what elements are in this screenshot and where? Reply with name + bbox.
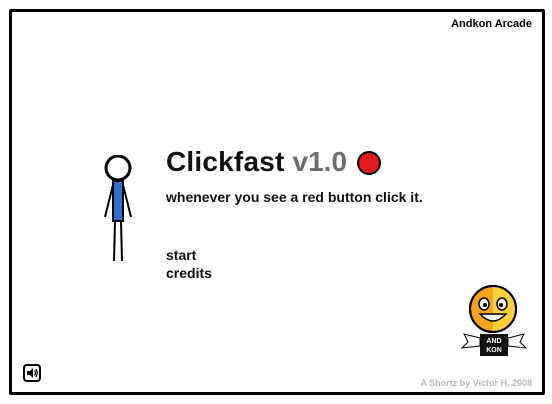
game-version: v1.0 <box>292 146 348 177</box>
title-row: Clickfast v1.0 <box>166 146 382 178</box>
game-frame: Andkon Arcade Clickfast v1.0 whenever yo… <box>9 9 545 395</box>
game-instructions: whenever you see a red button click it. <box>166 189 423 205</box>
mascot-badge-line2: KON <box>486 347 502 354</box>
credits-menu-item[interactable]: credits <box>166 265 212 281</box>
stick-figure <box>104 155 132 262</box>
mascot-badge-line1: AND <box>486 338 501 345</box>
sound-toggle-button[interactable] <box>23 364 41 382</box>
speaker-icon <box>27 368 38 378</box>
game-title: Clickfast <box>166 146 285 177</box>
arcade-label: Andkon Arcade <box>451 18 532 30</box>
andkon-mascot-logo: AND KON <box>460 285 528 356</box>
author-byline: A Shortz by Victor H. 2008 <box>420 378 532 388</box>
start-menu-item[interactable]: start <box>166 247 196 263</box>
red-button-icon <box>357 151 382 175</box>
